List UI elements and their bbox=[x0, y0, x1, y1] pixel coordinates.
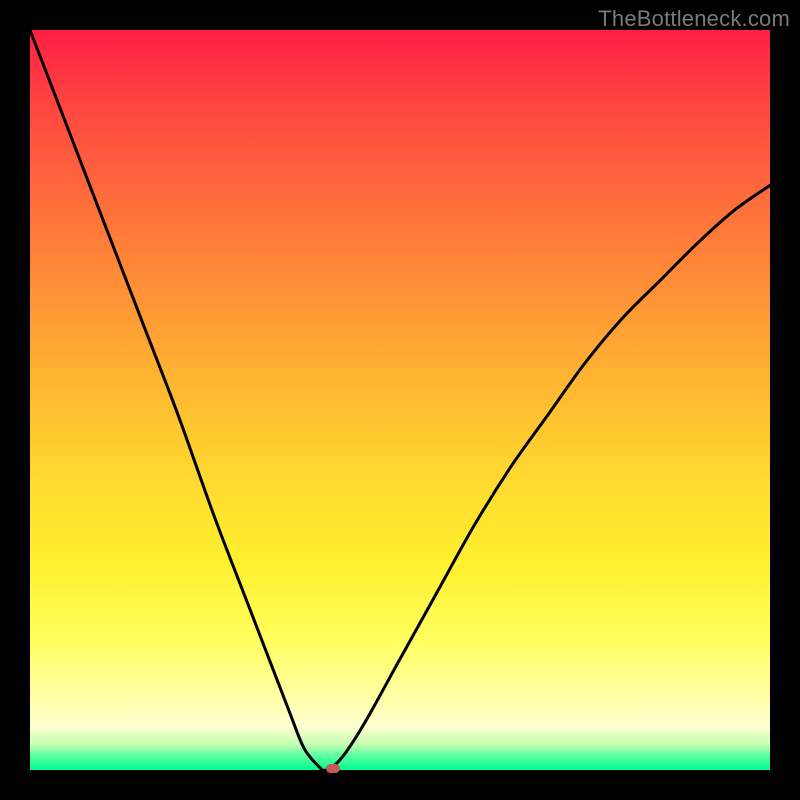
chart-frame: TheBottleneck.com bbox=[0, 0, 800, 800]
optimal-point-marker bbox=[326, 764, 340, 773]
watermark-text: TheBottleneck.com bbox=[598, 6, 790, 32]
bottleneck-curve bbox=[30, 30, 770, 770]
